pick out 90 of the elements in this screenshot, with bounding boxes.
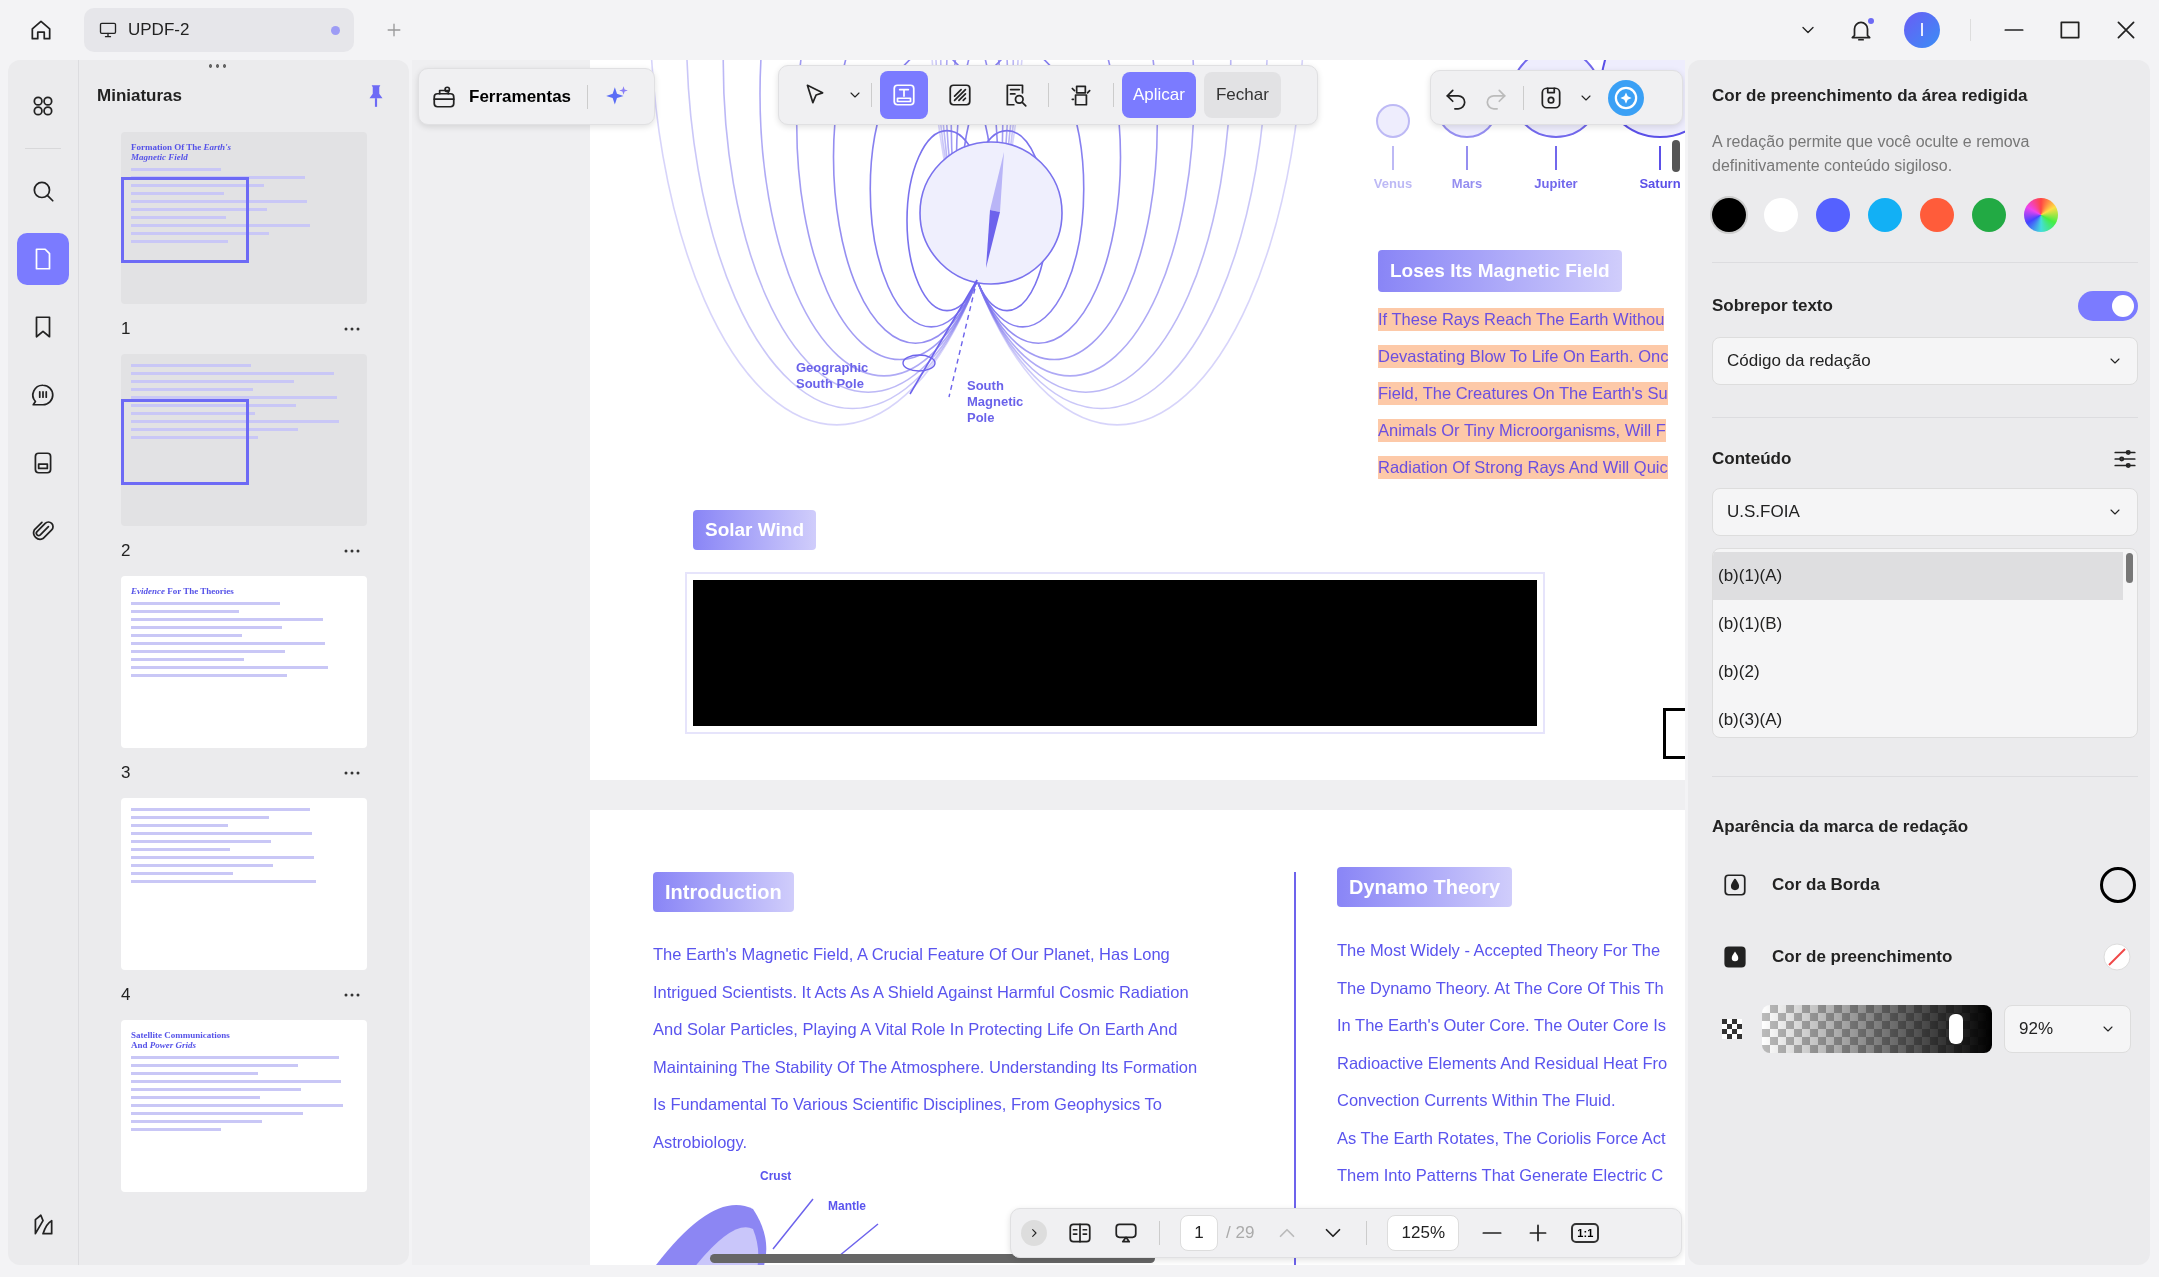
text-line: The Dynamo Theory. At The Core Of This Th xyxy=(1337,977,1664,999)
actual-size-button[interactable]: 1:1 xyxy=(1571,1223,1600,1243)
comment-icon xyxy=(30,382,56,408)
more-icon[interactable] xyxy=(343,548,361,554)
section-heading: Loses Its Magnetic Field xyxy=(1378,250,1622,292)
page-thumbnail[interactable]: Evidence For The Theories xyxy=(121,576,367,748)
text-line: Intrigued Scientists. It Acts As A Shield Against Harmful Cosmic Radiation xyxy=(653,981,1189,1003)
setting-label: Cor de preenchimento xyxy=(1772,947,1953,967)
planet-label: Mars xyxy=(1451,176,1483,191)
content-dropdown[interactable]: U.S.FOIA xyxy=(1712,488,2138,536)
page-thumbnail[interactable] xyxy=(121,354,367,526)
section-title: Cor de preenchimento da área redigida xyxy=(1712,86,2029,106)
vertical-scrollbar[interactable] xyxy=(1672,140,1680,172)
thumbnail-title: Satellite Communications And Power Grids xyxy=(131,1030,231,1050)
setting-label: Cor da Borda xyxy=(1772,875,1880,895)
list-item[interactable]: (b)(1)(A) xyxy=(1713,552,2123,600)
more-icon[interactable] xyxy=(343,326,361,332)
planet-label: Jupiter xyxy=(1534,176,1578,191)
thumbnail-title: Evidence For The Theories xyxy=(131,586,235,596)
diagram-label: South Magnetic Pole xyxy=(967,378,1025,426)
diagram-label: Geographic South Pole xyxy=(796,360,870,392)
text-line: Radioactive Elements And Residual Heat Fro xyxy=(1337,1052,1668,1074)
setting-label: Sobrepor texto xyxy=(1712,296,1833,316)
toolbox-icon xyxy=(431,83,457,110)
text-line: Maintaining The Stability Of The Atmosphere. Understanding Its Formation xyxy=(653,1056,1198,1078)
search-redact-icon xyxy=(1003,82,1029,108)
list-item[interactable]: (b)(3)(A) xyxy=(1713,696,2123,737)
border-drop-icon xyxy=(1722,872,1748,898)
list-item[interactable]: (b)(2) xyxy=(1713,648,2123,696)
text-line: In The Earth's Outer Core. The Outer Core Is xyxy=(1337,1015,1667,1036)
border-color-swatch[interactable] xyxy=(2100,867,2136,903)
page-number: 2 xyxy=(121,541,131,561)
planet-label: Venus xyxy=(1373,176,1413,191)
description-text: A redação permite que você oculte e remova definitivamente conteúdo sigiloso. xyxy=(1712,132,2031,176)
document-tab[interactable]: UPDF-2 xyxy=(84,8,354,52)
opacity-dropdown[interactable]: 92% xyxy=(2004,1005,2131,1053)
zoom-field[interactable]: 125% xyxy=(1387,1215,1460,1251)
color-swatch[interactable] xyxy=(1710,196,1748,234)
section-heading: Dynamo Theory xyxy=(1337,867,1513,907)
save-icon[interactable] xyxy=(1538,84,1564,111)
overlay-toggle[interactable] xyxy=(2078,291,2138,321)
no-fill-swatch[interactable] xyxy=(2102,942,2132,972)
tab-label: UPDF-2 xyxy=(128,20,191,40)
text-line: Is Fundamental To Various Scientific Disciplines, From Geophysics To xyxy=(653,1094,1162,1115)
page-number-field[interactable]: 1 xyxy=(1180,1215,1218,1251)
fill-drop-icon xyxy=(1722,944,1748,970)
bell-icon[interactable] xyxy=(1848,17,1874,43)
page-number: 4 xyxy=(121,985,131,1005)
overlay-dropdown[interactable]: Código da redação xyxy=(1712,337,2138,385)
setting-label: Conteúdo xyxy=(1712,449,1792,469)
list-scrollbar[interactable] xyxy=(2126,553,2133,583)
diagram-label: Mantle xyxy=(828,1199,866,1213)
selection-frame xyxy=(1663,708,1685,759)
monitor-icon xyxy=(98,20,118,40)
thumbnail-title: Formation Of The Earth's Magnetic Field xyxy=(131,142,233,162)
text-line: Astrobiology. xyxy=(653,1131,748,1153)
opacity-icon xyxy=(1722,1019,1742,1039)
more-icon[interactable] xyxy=(343,770,361,776)
page-number: 3 xyxy=(121,763,131,783)
drag-handle[interactable] xyxy=(207,64,227,68)
opacity-slider[interactable] xyxy=(1762,1005,1992,1053)
section-heading: Solar Wind xyxy=(693,510,817,550)
page-total: / 29 xyxy=(1226,1223,1255,1243)
text-line: The Earth's Magnetic Field, A Crucial Feature Of Our Planet, Has Long xyxy=(653,944,1170,965)
redact-area-icon xyxy=(947,82,973,108)
presentation-icon[interactable] xyxy=(1113,1220,1139,1246)
text-line: As The Earth Rotates, The Coriolis Force Act xyxy=(1337,1127,1666,1149)
text-line: Convection Currents Within The Fluid. xyxy=(1337,1090,1616,1111)
page-number: 1 xyxy=(121,319,131,339)
page-thumbnail[interactable]: Satellite Communications And Power Grids xyxy=(121,1020,367,1192)
page-thumbnail[interactable]: Formation Of The Earth's Magnetic Field xyxy=(121,132,367,304)
planet-label: Saturn xyxy=(1639,176,1681,191)
list-item[interactable]: (b)(1)(B) xyxy=(1713,600,2123,648)
assistant-icon[interactable] xyxy=(1608,79,1644,116)
section-title: Aparência da marca de redação xyxy=(1712,817,1970,837)
panel-title: Miniaturas xyxy=(97,86,183,106)
redact-text-icon xyxy=(891,82,917,108)
user-avatar[interactable]: I xyxy=(1904,12,1940,48)
close-button[interactable]: Fechar xyxy=(1203,72,1281,118)
more-icon[interactable] xyxy=(343,992,361,998)
text-line: And Solar Particles, Playing A Vital Role In Protecting Life On Earth And xyxy=(653,1019,1178,1040)
two-page-icon[interactable] xyxy=(1067,1220,1093,1246)
text-line: The Most Widely - Accepted Theory For The xyxy=(1337,940,1661,961)
page-button[interactable] xyxy=(17,233,69,285)
redact-text-button[interactable] xyxy=(880,71,928,119)
diagram-label: Crust xyxy=(760,1169,792,1183)
page-thumbnail[interactable] xyxy=(121,798,367,970)
section-heading: Introduction xyxy=(653,872,794,912)
tools-button[interactable]: Ferramentas xyxy=(431,83,572,110)
text-line: Them Into Patterns That Generate Electric C xyxy=(1337,1165,1664,1186)
